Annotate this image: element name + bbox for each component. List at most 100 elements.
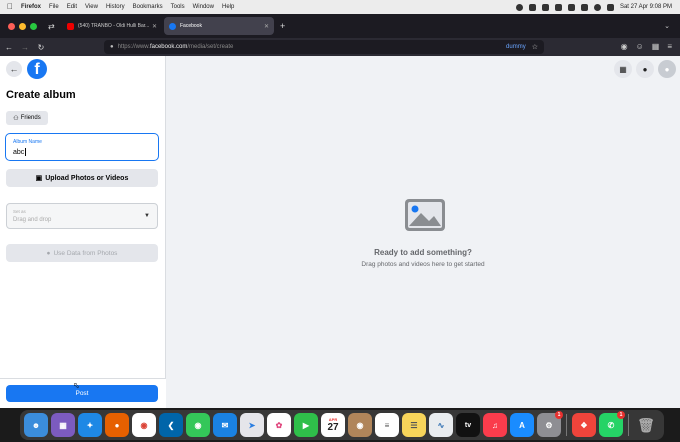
vscode-icon[interactable]: ❮ xyxy=(159,413,183,437)
launchpad-icon[interactable]: ▦ xyxy=(51,413,75,437)
photo-placeholder-icon xyxy=(405,199,445,231)
address-bar[interactable]: ● https://www.facebook.com/media/set/cre… xyxy=(104,40,544,54)
menu-bookmarks[interactable]: Bookmarks xyxy=(133,4,163,10)
battery-icon[interactable] xyxy=(580,3,588,11)
window-controls xyxy=(8,22,48,30)
notes-icon[interactable]: ☰ xyxy=(402,413,426,437)
create-album-panel: Create album ⚇ Friends Album Name abc ▣ … xyxy=(0,56,166,408)
page-title: Create album xyxy=(6,89,76,101)
app-store-icon[interactable]: A xyxy=(510,413,534,437)
close-window-button[interactable] xyxy=(8,22,15,30)
maps-icon[interactable]: ➤ xyxy=(240,413,264,437)
album-type-select[interactable]: Set as Drag and drop ▼ xyxy=(6,203,158,229)
back-icon[interactable]: ← xyxy=(2,43,16,52)
anydesk-icon[interactable]: ❖ xyxy=(572,413,596,437)
music-icon[interactable]: ♫ xyxy=(483,413,507,437)
menubar-datetime[interactable]: Sat 27 Apr 9:08 PM xyxy=(620,4,672,10)
lock-icon[interactable]: ● xyxy=(110,44,114,50)
browser-tabbar: ⇄ (540) TRANBO - Oldi Hulli Bar... YouTu… xyxy=(0,14,680,38)
menu-icon[interactable]: ≡ xyxy=(667,42,672,51)
minimize-window-button[interactable] xyxy=(19,22,26,30)
upload-icon: ▣ xyxy=(35,175,43,182)
audience-button[interactable]: ⚇ Friends xyxy=(6,111,48,125)
trash-icon[interactable]: 🗑 xyxy=(634,413,658,437)
tab-label: Facebook xyxy=(180,23,202,29)
close-tab-icon[interactable]: ✕ xyxy=(264,23,269,30)
menu-tools[interactable]: Tools xyxy=(171,4,185,10)
use-data-from-photos-button[interactable]: ● Use Data from Photos xyxy=(6,244,158,262)
post-button[interactable]: Post xyxy=(6,385,158,402)
post-bar: Post xyxy=(0,378,166,408)
anydesk-badge: 1 xyxy=(617,411,625,419)
reminders-icon[interactable]: ≡ xyxy=(375,413,399,437)
status-icon-2[interactable] xyxy=(541,3,549,11)
use-data-label: Use Data from Photos xyxy=(53,249,118,257)
upload-photos-button[interactable]: ▣ Upload Photos or Videos xyxy=(6,169,158,187)
tab-youtube[interactable]: (540) TRANBO - Oldi Hulli Bar... YouTube… xyxy=(62,17,162,35)
settings-badge: 1 xyxy=(555,411,563,419)
menu-edit[interactable]: Edit xyxy=(67,4,77,10)
apple-tv-icon[interactable]: tv xyxy=(456,413,480,437)
firefox-icon[interactable]: ● xyxy=(105,413,129,437)
browser-navbar: ← → ↻ ● https://www.facebook.com/media/s… xyxy=(0,38,680,56)
chrome-icon[interactable]: ◉ xyxy=(132,413,156,437)
calendar-icon[interactable]: APR 27 xyxy=(321,413,345,437)
menu-view[interactable]: View xyxy=(85,4,98,10)
status-icon-4[interactable] xyxy=(567,3,575,11)
new-tab-button[interactable]: + xyxy=(280,21,285,31)
whatsapp-icon[interactable]: ✆ 1 xyxy=(599,411,625,437)
control-center-icon[interactable] xyxy=(606,3,614,11)
dock-separator xyxy=(566,414,567,436)
status-icon-1[interactable] xyxy=(528,3,536,11)
tab-facebook[interactable]: Facebook ✕ xyxy=(164,17,274,35)
mouse-cursor-icon: ⬁ xyxy=(73,381,80,390)
finder-icon[interactable]: ☻ xyxy=(24,413,48,437)
dock: ☻ ▦ ✦ ● ◉ ❮ ◉ ✉ ➤ ✿ ▶ APR 27 ◉ ≡ ☰ ∿ tv … xyxy=(20,410,664,440)
avatar[interactable]: ● xyxy=(658,60,676,78)
settings-icon[interactable]: ⚙ 1 xyxy=(537,411,563,437)
menu-grid-icon[interactable]: ▦ xyxy=(614,60,632,78)
dock-area: ☻ ▦ ✦ ● ◉ ❮ ◉ ✉ ➤ ✿ ▶ APR 27 ◉ ≡ ☰ ∿ tv … xyxy=(0,408,680,442)
people-icon: ⚇ xyxy=(13,115,19,122)
bookmark-star-icon[interactable]: ☆ xyxy=(532,43,538,51)
apple-icon[interactable]:  xyxy=(7,3,15,11)
macos-menubar:  Firefox File Edit View History Bookmar… xyxy=(0,0,680,14)
album-name-value[interactable]: abc xyxy=(13,148,27,156)
back-button[interactable]: ← xyxy=(6,61,22,77)
chevron-down-icon[interactable]: ⌄ xyxy=(664,22,670,30)
safari-icon[interactable]: ✦ xyxy=(78,413,102,437)
close-tab-icon[interactable]: ✕ xyxy=(152,23,157,30)
wifi-icon[interactable] xyxy=(593,3,601,11)
facetime-icon[interactable]: ▶ xyxy=(294,413,318,437)
preview-area[interactable]: Ready to add something? Drag photos and … xyxy=(166,56,680,408)
notifications-bell-icon[interactable]: ● xyxy=(636,60,654,78)
select-label: Set as xyxy=(13,209,26,214)
photos-icon[interactable]: ✿ xyxy=(267,413,291,437)
ready-subtitle: Drag photos and videos here to get start… xyxy=(361,261,485,268)
menu-file[interactable]: File xyxy=(49,4,59,10)
zoom-window-button[interactable] xyxy=(30,22,37,30)
tab-list-icon[interactable]: ⇄ xyxy=(48,22,62,31)
mail-icon[interactable]: ✉ xyxy=(213,413,237,437)
facebook-logo[interactable]: f xyxy=(27,59,47,79)
tv-label: tv xyxy=(464,421,472,429)
messages-icon[interactable]: ◉ xyxy=(186,413,210,437)
record-icon[interactable] xyxy=(515,3,523,11)
account-icon[interactable]: ☺ xyxy=(636,42,644,51)
status-icon-3[interactable] xyxy=(554,3,562,11)
menu-history[interactable]: History xyxy=(106,4,125,10)
extensions-icon[interactable]: ▦ xyxy=(652,42,660,51)
freeform-icon[interactable]: ∿ xyxy=(429,413,453,437)
youtube-icon xyxy=(67,22,74,30)
contacts-icon[interactable]: ◉ xyxy=(348,413,372,437)
forward-icon[interactable]: → xyxy=(18,43,32,52)
menu-firefox[interactable]: Firefox xyxy=(21,4,41,10)
profile-label[interactable]: dummy xyxy=(506,44,526,50)
reload-icon[interactable]: ↻ xyxy=(34,43,48,52)
menu-window[interactable]: Window xyxy=(193,4,214,10)
menu-help[interactable]: Help xyxy=(222,4,234,10)
pocket-icon[interactable]: ◉ xyxy=(621,42,628,51)
ready-title: Ready to add something? xyxy=(374,248,472,257)
album-name-field[interactable]: Album Name abc xyxy=(5,133,159,161)
select-value: Drag and drop xyxy=(13,217,52,223)
